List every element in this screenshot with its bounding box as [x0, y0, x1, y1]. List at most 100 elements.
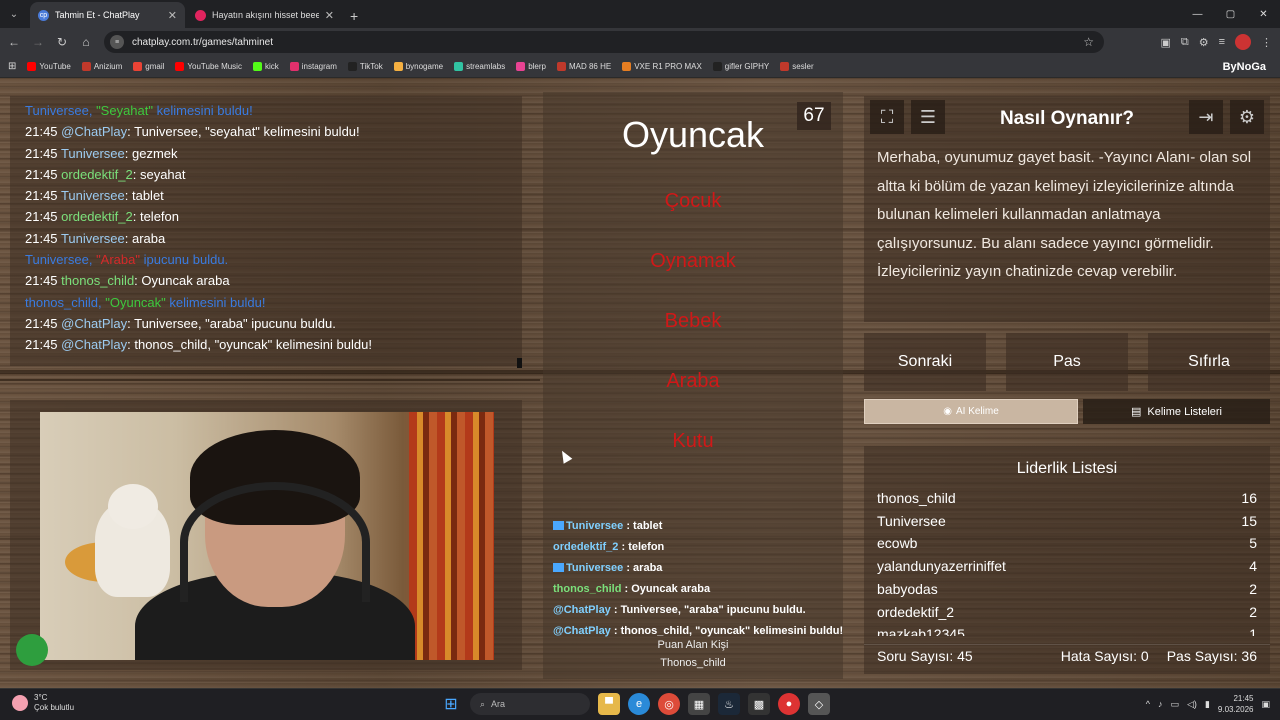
reset-button[interactable]: Sıfırla: [1148, 333, 1270, 391]
bookmark-label: instagram: [301, 62, 337, 71]
bookmark-item[interactable]: YouTube Music: [175, 62, 242, 71]
bookmark-label: streamlabs: [466, 62, 506, 71]
volume-icon[interactable]: ◁): [1187, 699, 1197, 710]
chat-text: : Tuniversee, "seyahat" kelimesini buldu…: [127, 124, 360, 140]
reload-icon[interactable]: ↻: [50, 35, 74, 49]
game-board: 67 Oyuncak Çocuk Oynamak Bebek Araba Kut…: [543, 92, 843, 679]
close-tab-icon[interactable]: ✕: [325, 9, 334, 22]
player-score: 16: [1241, 490, 1257, 506]
player-score: 5: [1249, 535, 1257, 552]
chat-text: : Tuniversee, "araba" ipucunu buldu.: [127, 315, 336, 331]
tab-ai-word[interactable]: ◉ AI Kelime: [864, 399, 1078, 424]
mini-chat-message: thonos_child : Oyuncak araba: [553, 579, 843, 600]
chat-time: 21:45: [25, 315, 58, 331]
question-count: Soru Sayısı: 45: [877, 648, 973, 664]
bookmark-label: gifler GIPHY: [724, 62, 770, 71]
tab-tahmin-et[interactable]: cp Tahmin Et - ChatPlay ✕: [30, 2, 185, 28]
chat-text: : thonos_child, "oyuncak" kelimesini bul…: [127, 337, 372, 353]
weather-widget[interactable]: 3°C Çok bulutlu: [12, 693, 74, 713]
epic-games-icon[interactable]: ▩: [748, 693, 770, 715]
chat-text: : telefon: [618, 541, 665, 553]
chat-text: : Oyuncak araba: [621, 583, 711, 595]
tab-youtube[interactable]: Hayatın akışını hisset beeeee ;) ✕: [187, 2, 342, 28]
new-tab-button[interactable]: +: [350, 8, 358, 24]
close-tab-icon[interactable]: ✕: [168, 9, 177, 22]
vpn-icon[interactable]: ⚙: [1199, 36, 1209, 49]
back-icon[interactable]: ←: [2, 35, 26, 49]
taskbar-search[interactable]: ⌕ Ara: [470, 693, 590, 715]
home-icon[interactable]: ⌂: [74, 35, 98, 49]
tab-word-lists[interactable]: ▤ Kelime Listeleri: [1083, 399, 1270, 424]
bookmark-item[interactable]: sesler: [780, 62, 814, 71]
webcam-panel: [10, 400, 522, 670]
bookmark-item[interactable]: streamlabs: [454, 62, 505, 71]
chat-username: Tuniversee: [60, 145, 125, 161]
point-winner-name: Thonos_child: [660, 657, 726, 669]
tray-overflow-icon[interactable]: ^: [1146, 699, 1150, 709]
extension-icon[interactable]: ▣: [1160, 36, 1170, 49]
edge-icon[interactable]: e: [628, 693, 650, 715]
more-menu-icon[interactable]: ⋮: [1261, 36, 1272, 49]
stream-status-icon: [16, 634, 48, 666]
close-window-icon[interactable]: ✕: [1247, 0, 1280, 28]
bookmark-star-icon[interactable]: ☆: [1083, 35, 1094, 49]
forward-icon[interactable]: →: [26, 35, 50, 49]
player-name: babyodas: [877, 580, 938, 597]
maximize-icon[interactable]: ▢: [1214, 0, 1247, 28]
bookmark-favicon-icon: [516, 62, 526, 71]
bookmark-favicon-icon: [780, 62, 790, 71]
steam-icon[interactable]: ♨: [718, 693, 740, 715]
chat-username: Tuniversee: [60, 230, 125, 246]
bookmark-item[interactable]: MAD 86 HE: [556, 62, 611, 71]
weather-temp: 3°C: [34, 693, 48, 702]
chat-text: Tuniversee,: [25, 252, 97, 268]
bookmark-item[interactable]: bynogame: [393, 62, 443, 71]
app-icon[interactable]: ◇: [808, 693, 830, 715]
address-bar[interactable]: ≡ chatplay.com.tr/games/tahminet ☆: [104, 31, 1104, 53]
chrome-icon[interactable]: ◎: [658, 693, 680, 715]
obs-icon[interactable]: ●: [778, 693, 800, 715]
file-explorer-icon[interactable]: ▀: [598, 693, 620, 715]
bookmark-label: YouTube Music: [187, 62, 242, 71]
tab-search-icon[interactable]: ⌄: [0, 0, 28, 28]
chat-message: Tuniversee, "Seyahat" kelimesini buldu!: [25, 100, 507, 121]
bookmark-label: Anizium: [93, 62, 123, 71]
clock[interactable]: 21:45 9.03.2026: [1218, 693, 1254, 715]
pass-button[interactable]: Pas: [1006, 333, 1128, 391]
bookmark-item[interactable]: VXE R1 PRO MAX: [622, 62, 702, 71]
bookmark-item[interactable]: YouTube: [27, 62, 71, 71]
search-label: Ara: [491, 699, 506, 709]
minimize-icon[interactable]: —: [1181, 0, 1214, 28]
puzzle-icon[interactable]: ⧉: [1181, 36, 1189, 49]
bookmark-item[interactable]: kick: [252, 62, 279, 71]
next-button[interactable]: Sonraki: [864, 333, 986, 391]
profile-avatar[interactable]: [1235, 34, 1251, 50]
chat-username: Tuniversee: [566, 562, 624, 574]
bookmark-item[interactable]: gifler GIPHY: [712, 62, 770, 71]
chat-username: ordedektif_2: [553, 541, 619, 553]
chat-scrollbar[interactable]: [517, 358, 522, 368]
forbidden-word: Çocuk: [664, 190, 722, 212]
player-score: 2: [1249, 580, 1257, 597]
start-icon[interactable]: ⊞: [440, 693, 462, 715]
bookmark-item[interactable]: blerp: [516, 62, 546, 71]
network-icon[interactable]: ▭: [1171, 699, 1180, 710]
menu-icon[interactable]: ≡: [1219, 36, 1225, 48]
site-info-icon[interactable]: ≡: [110, 35, 124, 49]
notification-icon[interactable]: ▣: [1261, 699, 1270, 710]
microphone-icon[interactable]: ♪: [1158, 699, 1163, 709]
bookmark-item[interactable]: Anizium: [81, 62, 123, 71]
store-icon[interactable]: ▦: [688, 693, 710, 715]
chat-username: @ChatPlay: [61, 124, 128, 140]
bookmark-item[interactable]: gmail: [133, 62, 164, 71]
bookmark-item[interactable]: TikTok: [347, 62, 383, 71]
bookmark-item[interactable]: instagram: [289, 62, 337, 71]
battery-icon[interactable]: ▮: [1205, 699, 1210, 710]
apps-icon[interactable]: ⊞: [8, 61, 16, 72]
chat-message: 21:45 ordedektif_2: seyahat: [25, 164, 507, 185]
list-icon: ▤: [1131, 406, 1142, 418]
settings-gear-icon[interactable]: ⚙: [1230, 100, 1264, 134]
logout-icon[interactable]: ⇥: [1189, 100, 1223, 134]
webcam-feed: [40, 412, 494, 660]
mini-chat-message: @ChatPlay : Tuniversee, "araba" ipucunu …: [553, 600, 843, 621]
